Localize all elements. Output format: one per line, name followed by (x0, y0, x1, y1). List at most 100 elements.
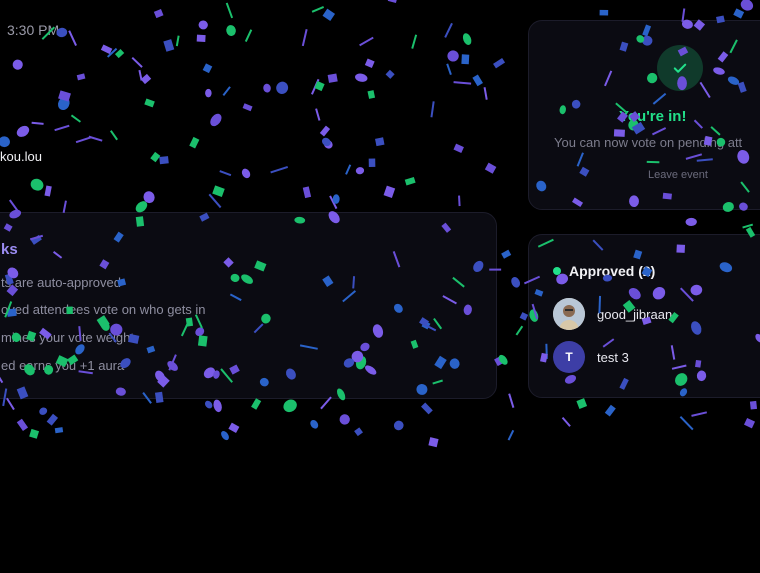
confetti-piece (143, 191, 155, 204)
rule-item: oved attendees vote on who gets in (1, 302, 206, 317)
avatar: T (553, 341, 585, 373)
confetti-piece (219, 170, 232, 177)
confetti-piece (283, 399, 297, 413)
confetti-piece (16, 125, 30, 137)
confetti-piece (354, 427, 363, 437)
confetti-piece (70, 114, 82, 123)
confetti-piece (196, 34, 206, 42)
confetti-piece (740, 0, 754, 11)
confetti-piece (599, 9, 609, 16)
avatar (553, 298, 585, 330)
confetti-piece (685, 217, 697, 226)
confetti-piece (39, 407, 48, 415)
confetti-piece (742, 0, 750, 8)
confetti-piece (205, 88, 212, 98)
approved-header: Approved (2) (553, 263, 655, 279)
rule-item: ed earns you +1 aura (1, 358, 125, 373)
attendee-row[interactable]: T test 3 (553, 341, 629, 373)
confetti-piece (222, 86, 231, 97)
confetti-piece (210, 113, 222, 127)
confetti-piece (302, 186, 312, 199)
attendee-name: good_jibraan (597, 306, 673, 322)
confetti-piece (493, 58, 506, 69)
confetti-piece (68, 30, 77, 46)
confetti-piece (375, 137, 385, 147)
approved-title: Approved (2) (569, 263, 656, 279)
confetti-piece (163, 39, 175, 52)
confetti-piece (225, 2, 234, 19)
confetti-piece (6, 397, 15, 411)
host-handle[interactable]: kou.lou (0, 149, 42, 164)
confetti-piece (0, 136, 10, 148)
confetti-piece (44, 185, 52, 197)
confetti-piece (679, 416, 694, 431)
confetti-piece (16, 418, 29, 432)
confetti-piece (327, 73, 338, 83)
confetti-piece (322, 8, 336, 21)
confetti-piece (311, 5, 325, 13)
confetti-piece (428, 437, 439, 448)
confetti-piece (576, 398, 588, 409)
confetti-piece (749, 400, 758, 410)
confetti-piece (106, 47, 118, 58)
confetti-piece (458, 195, 461, 207)
confetti-piece (310, 78, 320, 95)
confetti-piece (221, 431, 229, 441)
confetti-piece (76, 73, 86, 81)
confetti-piece (251, 398, 262, 410)
event-time: 3:30 PM (7, 22, 60, 38)
confetti-piece (691, 411, 708, 417)
attendee-row[interactable]: good_jibraan (553, 298, 672, 330)
confetti-piece (453, 143, 464, 154)
confetti-piece (411, 34, 418, 49)
confetti-piece (444, 22, 453, 38)
confetti-piece (144, 98, 155, 108)
confetti-piece (131, 56, 143, 68)
confetti-piece (742, 223, 754, 229)
confetti-piece (498, 354, 508, 365)
confetti-piece (743, 417, 756, 429)
confetti-piece (138, 69, 143, 81)
confetti-piece (242, 103, 253, 112)
confetti-piece (204, 400, 213, 409)
confetti-piece (228, 422, 240, 433)
leave-event-link[interactable]: Leave event (648, 169, 708, 181)
confetti-piece (368, 158, 376, 167)
confetti-piece (319, 125, 331, 137)
confetti-piece (315, 108, 321, 121)
confetti-piece (321, 137, 331, 147)
confetti-piece (345, 164, 352, 175)
confetti-piece (159, 156, 169, 165)
confetti-piece (226, 25, 236, 36)
confetti-piece (198, 20, 208, 30)
confetti-piece (54, 427, 64, 434)
confetti-piece (314, 80, 325, 92)
confetti-piece (383, 185, 396, 199)
confetti-piece (244, 29, 253, 43)
confetti-piece (202, 63, 213, 74)
rule-item: mines your vote weight. (1, 330, 138, 345)
confetti-piece (153, 9, 164, 19)
confetti-piece (393, 420, 404, 431)
confetti-piece (323, 139, 333, 149)
status-dot-icon (553, 267, 561, 275)
confetti-piece (421, 402, 433, 415)
confetti-piece (355, 73, 368, 82)
confetti-piece (140, 73, 152, 85)
confetti-piece (208, 193, 222, 209)
rule-item: ts are auto-approved (1, 275, 121, 290)
check-icon (657, 45, 703, 91)
confetti-piece (453, 81, 472, 85)
confetti-piece (446, 63, 452, 75)
confetti-piece (88, 135, 103, 142)
confetti-piece (75, 136, 92, 144)
confetti-piece (46, 413, 59, 426)
status-title: You're in! (619, 108, 687, 125)
confetti-piece (385, 69, 395, 79)
confetti-piece (54, 124, 70, 132)
confetti-piece (29, 428, 40, 439)
confetti-piece (472, 74, 483, 87)
status-message: You can now vote on pending att (554, 135, 743, 150)
confetti-piece (12, 59, 23, 70)
confetti-piece (339, 414, 350, 425)
